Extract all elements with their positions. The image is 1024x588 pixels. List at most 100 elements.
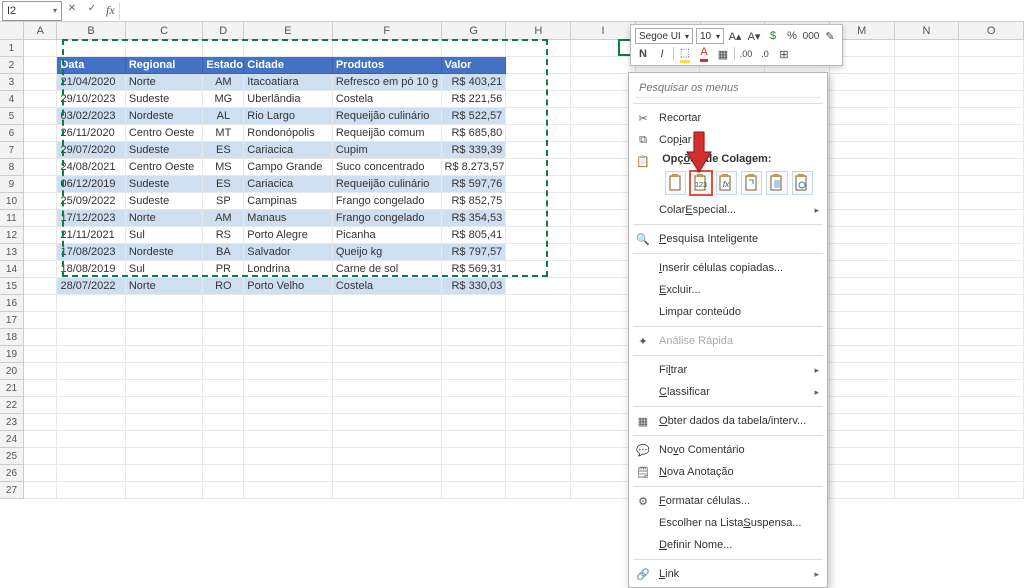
- cell[interactable]: [203, 329, 244, 346]
- cell[interactable]: Norte: [126, 74, 204, 91]
- cell[interactable]: Norte: [126, 210, 204, 227]
- cell[interactable]: Norte: [126, 278, 204, 295]
- cell[interactable]: [895, 193, 960, 210]
- paste-formatting-button[interactable]: [766, 171, 787, 195]
- cell[interactable]: [830, 159, 895, 176]
- cell[interactable]: [830, 193, 895, 210]
- cell[interactable]: [244, 465, 333, 482]
- cell[interactable]: [959, 346, 1024, 363]
- cell[interactable]: [333, 431, 442, 448]
- cell[interactable]: R$ 852,75: [442, 193, 507, 210]
- row-header[interactable]: 25: [0, 448, 24, 465]
- cell[interactable]: Picanha: [333, 227, 442, 244]
- cell[interactable]: [895, 431, 960, 448]
- cell[interactable]: [24, 74, 58, 91]
- cell[interactable]: [571, 414, 636, 431]
- cell[interactable]: R$ 522,57: [442, 108, 507, 125]
- cell[interactable]: [442, 397, 507, 414]
- col-header-A[interactable]: A: [24, 22, 57, 39]
- cell[interactable]: R$ 805,41: [442, 227, 507, 244]
- menu-get-table-data[interactable]: ▦ Obter dados da tabela/interv...: [629, 410, 827, 432]
- paste-values-button[interactable]: 123: [690, 171, 711, 195]
- cell[interactable]: Salvador: [244, 244, 333, 261]
- cell[interactable]: [959, 295, 1024, 312]
- cell[interactable]: [959, 125, 1024, 142]
- col-header-C[interactable]: C: [126, 22, 204, 39]
- cell[interactable]: [895, 465, 960, 482]
- cell[interactable]: [895, 312, 960, 329]
- cell[interactable]: [24, 142, 58, 159]
- cell[interactable]: R$ 330,03: [442, 278, 507, 295]
- cell[interactable]: [333, 448, 442, 465]
- cell[interactable]: [244, 312, 333, 329]
- cell[interactable]: [959, 312, 1024, 329]
- cell[interactable]: Valor: [442, 57, 507, 74]
- row-header[interactable]: 10: [0, 193, 24, 210]
- percent-format-icon[interactable]: %: [784, 28, 800, 44]
- cell[interactable]: [959, 91, 1024, 108]
- cell[interactable]: [24, 380, 58, 397]
- cell[interactable]: [244, 380, 333, 397]
- cell[interactable]: [571, 363, 636, 380]
- cell[interactable]: Nordeste: [126, 244, 204, 261]
- cell[interactable]: [830, 261, 895, 278]
- cell[interactable]: Porto Velho: [244, 278, 333, 295]
- cell[interactable]: [830, 397, 895, 414]
- cell[interactable]: Sul: [126, 261, 204, 278]
- cell[interactable]: [895, 91, 960, 108]
- cell[interactable]: [203, 346, 244, 363]
- row-header[interactable]: 3: [0, 74, 24, 91]
- cell[interactable]: [57, 431, 125, 448]
- cell[interactable]: [126, 363, 204, 380]
- cell[interactable]: [506, 295, 571, 312]
- cancel-formula-icon[interactable]: ✕: [64, 3, 80, 19]
- menu-cut[interactable]: ✂ Recortar: [629, 107, 827, 129]
- paste-formulas-button[interactable]: fx: [716, 171, 737, 195]
- cell[interactable]: [959, 108, 1024, 125]
- cell[interactable]: [959, 465, 1024, 482]
- cell[interactable]: [506, 227, 571, 244]
- cell[interactable]: [895, 176, 960, 193]
- cell[interactable]: [203, 380, 244, 397]
- cell[interactable]: [24, 91, 58, 108]
- cell[interactable]: [895, 329, 960, 346]
- cell[interactable]: [959, 482, 1024, 499]
- cell[interactable]: [24, 193, 58, 210]
- cell[interactable]: [830, 380, 895, 397]
- menu-new-comment[interactable]: 💬 Novo Comentário: [629, 439, 827, 461]
- row-header[interactable]: 17: [0, 312, 24, 329]
- cell[interactable]: [895, 108, 960, 125]
- cell[interactable]: Londrina: [244, 261, 333, 278]
- font-name-select[interactable]: Segoe UI▾: [635, 28, 693, 44]
- cell[interactable]: [506, 244, 571, 261]
- cell[interactable]: R$ 339,39: [442, 142, 507, 159]
- cell[interactable]: [571, 482, 636, 499]
- cell[interactable]: [571, 244, 636, 261]
- cell[interactable]: [830, 278, 895, 295]
- cell[interactable]: [442, 448, 507, 465]
- cell[interactable]: [442, 465, 507, 482]
- col-header-O[interactable]: O: [959, 22, 1024, 39]
- cell[interactable]: [333, 465, 442, 482]
- cell[interactable]: Cariacica: [244, 142, 333, 159]
- cell[interactable]: Carne de sol: [333, 261, 442, 278]
- cell[interactable]: [895, 295, 960, 312]
- cell[interactable]: [959, 210, 1024, 227]
- cell[interactable]: [959, 431, 1024, 448]
- row-header[interactable]: 1: [0, 40, 24, 57]
- cell[interactable]: [24, 482, 58, 499]
- cell[interactable]: MG: [203, 91, 244, 108]
- cell[interactable]: [442, 295, 507, 312]
- cell[interactable]: [895, 261, 960, 278]
- fx-icon[interactable]: fx: [106, 3, 115, 18]
- row-header[interactable]: 7: [0, 142, 24, 159]
- row-header[interactable]: 16: [0, 295, 24, 312]
- cell[interactable]: [959, 227, 1024, 244]
- cell[interactable]: 21/04/2020: [57, 74, 125, 91]
- cell[interactable]: [895, 414, 960, 431]
- cell[interactable]: [895, 227, 960, 244]
- menu-smart-lookup[interactable]: 🔍 Pesquisa Inteligente: [629, 228, 827, 250]
- cell[interactable]: [506, 108, 571, 125]
- cell[interactable]: [126, 448, 204, 465]
- cell[interactable]: [506, 261, 571, 278]
